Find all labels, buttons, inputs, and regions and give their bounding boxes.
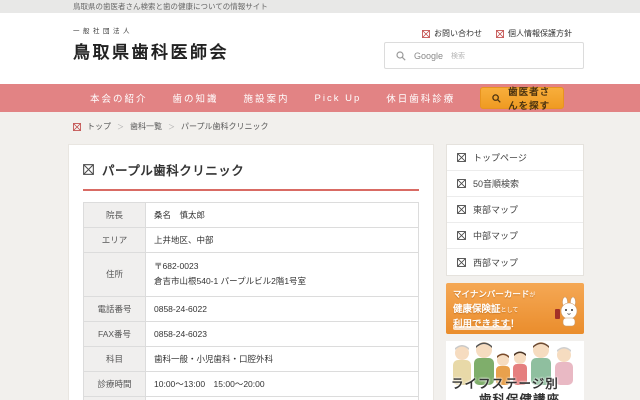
clinic-info-table: 院長 桑名 慎太郎 エリア 上井地区、中部 住所 〒682-0023 倉吉市山根… — [83, 202, 419, 400]
sidebar-item-label: トップページ — [473, 151, 527, 164]
search-icon — [396, 51, 406, 61]
broken-image-icon — [457, 258, 466, 267]
broken-image-icon — [422, 30, 430, 38]
postal-code: 〒682-0023 — [154, 259, 410, 274]
banner-fine-print — [453, 326, 511, 330]
row-value-closed-days: 日・木・祝祭日 — [146, 396, 419, 400]
breadcrumb-separator: ＞ — [168, 122, 175, 132]
broken-image-icon — [496, 30, 504, 38]
search-icon — [492, 94, 501, 103]
row-value-hours: 10:00～13:00 15:00～20:00 — [146, 371, 419, 396]
privacy-policy-link[interactable]: 個人情報保護方針 — [496, 28, 572, 39]
row-value-area: 上井地区、中部 — [146, 228, 419, 253]
sidebar: トップページ 50音順検索 東部マップ — [446, 144, 584, 400]
row-value-phone: 0858-24-6022 — [146, 296, 419, 321]
contact-link[interactable]: お問い合わせ — [422, 28, 482, 39]
search-placeholder: 検索 — [451, 51, 465, 61]
clinic-title-row: パープル歯科クリニック — [83, 157, 419, 191]
broken-image-icon — [457, 153, 466, 162]
broken-image-icon — [457, 205, 466, 214]
row-label-departments: 科目 — [84, 346, 146, 371]
row-label-area: エリア — [84, 228, 146, 253]
nav-item-holiday-care[interactable]: 休日歯科診療 — [386, 91, 455, 105]
content-area: パープル歯科クリニック 院長 桑名 慎太郎 エリア 上井地区、中部 住所 — [68, 144, 584, 400]
google-search-input[interactable]: Google 検索 — [384, 42, 584, 69]
row-label-phone: 電話番号 — [84, 296, 146, 321]
sidebar-item-label: 東部マップ — [473, 203, 518, 216]
table-row: 科目 歯科一般・小児歯科・口腔外科 — [84, 346, 419, 371]
table-row: 住所 〒682-0023 倉吉市山根540-1 パープルビル2階1号室 — [84, 253, 419, 297]
site-tagline-bar: 鳥取県の歯医者さん検索と歯の健康についての情報サイト — [0, 0, 640, 13]
broken-image-icon — [457, 179, 466, 188]
row-value-departments: 歯科一般・小児歯科・口腔外科 — [146, 346, 419, 371]
nav-item-pickup[interactable]: Pick Up — [315, 93, 362, 104]
header-utility-links: お問い合わせ 個人情報保護方針 — [422, 28, 572, 39]
row-value-fax: 0858-24-6023 — [146, 321, 419, 346]
breadcrumb-home[interactable]: トップ — [87, 121, 111, 132]
contact-link-label: お問い合わせ — [434, 28, 482, 39]
table-row: エリア 上井地区、中部 — [84, 228, 419, 253]
sidebar-item-east-map[interactable]: 東部マップ — [447, 197, 583, 223]
google-brand-watermark: Google — [414, 51, 443, 61]
breadcrumb-current-page: パープル歯科クリニック — [181, 121, 269, 132]
clinic-name-heading: パープル歯科クリニック — [102, 160, 244, 179]
sidebar-menu: トップページ 50音順検索 東部マップ — [446, 144, 584, 276]
breadcrumb-clinic-list[interactable]: 歯科一覧 — [130, 121, 162, 132]
sidebar-item-label: 西部マップ — [473, 256, 518, 269]
broken-image-icon — [73, 123, 81, 131]
lifestage-course-banner[interactable]: ライフステージ別 歯科保健講座 — [446, 341, 584, 400]
sidebar-item-syllabary-search[interactable]: 50音順検索 — [447, 171, 583, 197]
row-label-director: 院長 — [84, 203, 146, 228]
privacy-policy-link-label: 個人情報保護方針 — [508, 28, 572, 39]
table-row: FAX番号 0858-24-6023 — [84, 321, 419, 346]
site-logo[interactable]: 一般社団法人 鳥取県歯科医師会 — [73, 25, 229, 63]
breadcrumb: トップ ＞ 歯科一覧 ＞ パープル歯科クリニック — [68, 121, 584, 132]
find-dentist-button[interactable]: 歯医者さんを探す — [480, 87, 564, 109]
site-tagline: 鳥取県の歯医者さん検索と歯の健康についての情報サイト — [73, 2, 268, 11]
nav-item-about[interactable]: 本会の紹介 — [90, 91, 148, 105]
org-type-label: 一般社団法人 — [73, 25, 229, 35]
sidebar-item-label: 中部マップ — [473, 229, 518, 242]
rabbit-mascot-illustration — [554, 297, 580, 332]
site-title: 鳥取県歯科医師会 — [73, 38, 229, 63]
row-label-hours: 診療時間 — [84, 371, 146, 396]
main-nav: 本会の紹介 歯の知識 施設案内 Pick Up 休日歯科診療 歯医者さんを探す — [0, 84, 640, 112]
table-row: 診療時間 10:00～13:00 15:00～20:00 — [84, 371, 419, 396]
row-label-address: 住所 — [84, 253, 146, 297]
sidebar-item-top-page[interactable]: トップページ — [447, 145, 583, 171]
table-row: 休診日 日・木・祝祭日 — [84, 396, 419, 400]
row-value-address: 〒682-0023 倉吉市山根540-1 パープルビル2階1号室 — [146, 253, 419, 297]
row-label-closed-days: 休診日 — [84, 396, 146, 400]
row-label-fax: FAX番号 — [84, 321, 146, 346]
breadcrumb-separator: ＞ — [117, 122, 124, 132]
broken-image-icon — [83, 164, 94, 175]
sidebar-item-central-map[interactable]: 中部マップ — [447, 223, 583, 249]
sidebar-item-west-map[interactable]: 西部マップ — [447, 249, 583, 275]
nav-item-facilities[interactable]: 施設案内 — [244, 91, 290, 105]
row-value-director: 桑名 慎太郎 — [146, 203, 419, 228]
clinic-detail-card: パープル歯科クリニック 院長 桑名 慎太郎 エリア 上井地区、中部 住所 — [68, 144, 434, 400]
broken-image-icon — [457, 231, 466, 240]
sidebar-item-label: 50音順検索 — [473, 177, 519, 190]
nav-item-tooth-knowledge[interactable]: 歯の知識 — [173, 91, 219, 105]
street-address: 倉吉市山根540-1 パープルビル2階1号室 — [154, 274, 410, 289]
site-header: 一般社団法人 鳥取県歯科医師会 お問い合わせ 個人情報保護方針 Google — [0, 13, 640, 84]
table-row: 院長 桑名 慎太郎 — [84, 203, 419, 228]
banner-text-line: 歯科保健講座 — [479, 389, 560, 400]
find-dentist-button-label: 歯医者さんを探す — [506, 84, 552, 112]
table-row: 電話番号 0858-24-6022 — [84, 296, 419, 321]
mynumber-card-banner[interactable]: マイナンバーカードが 健康保険証として 利用できます！ — [446, 283, 584, 334]
